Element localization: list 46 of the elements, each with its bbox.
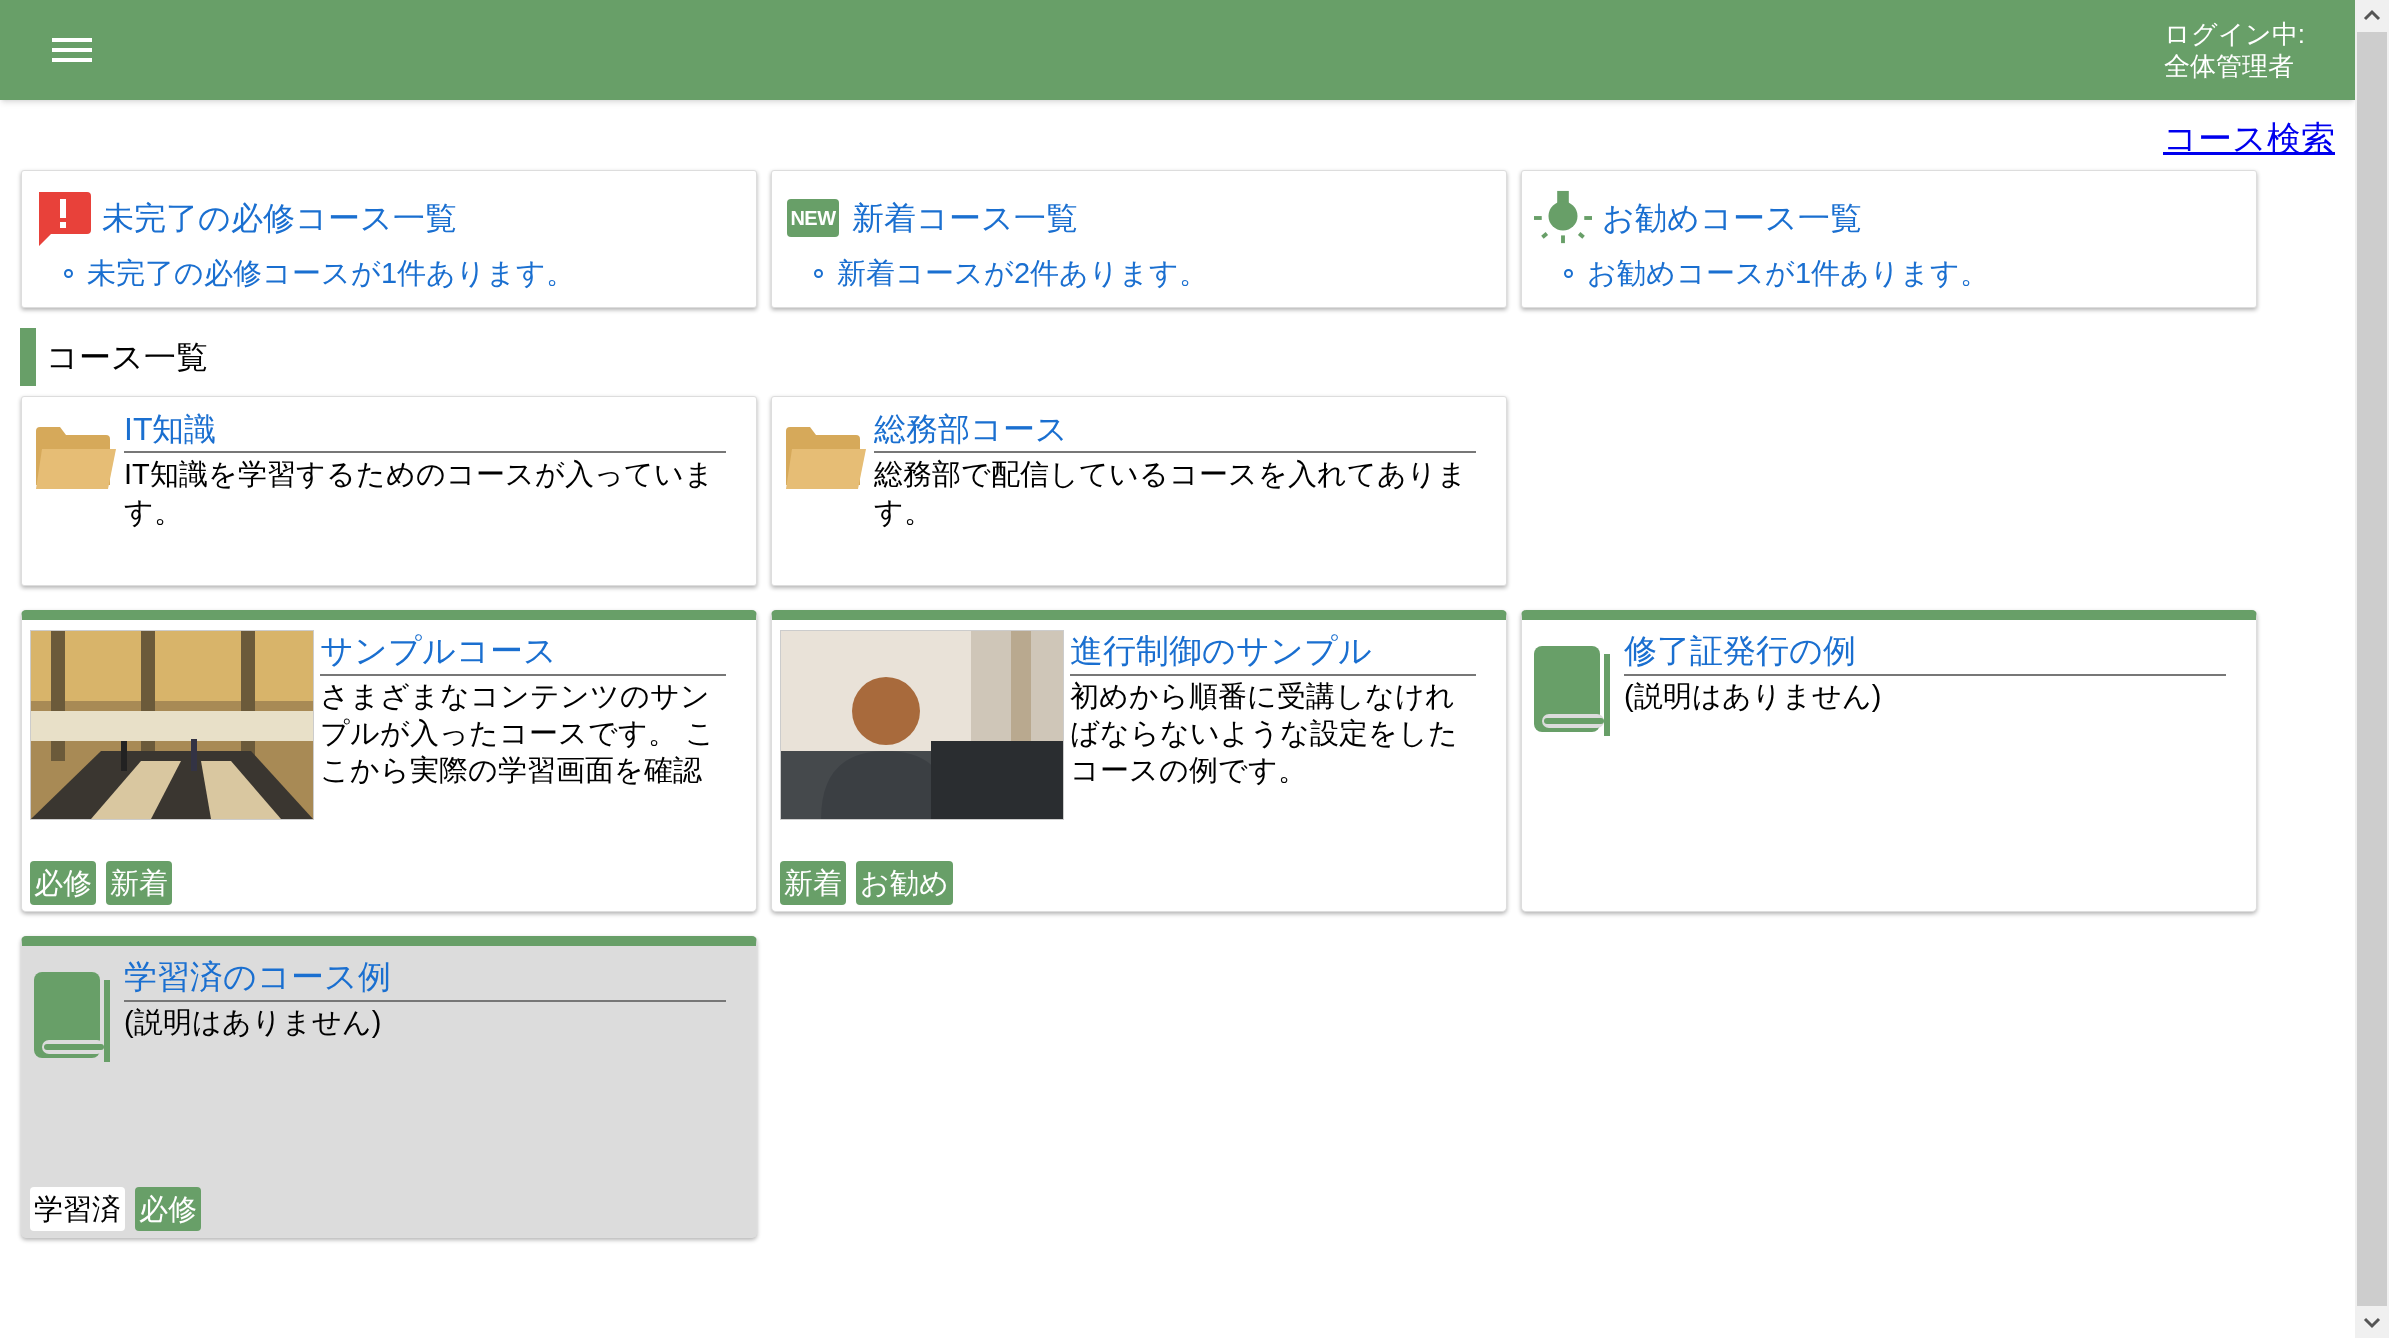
folder-description: 総務部で配信しているコースを入れてあります。 xyxy=(874,457,1468,530)
folder-card[interactable]: IT知識 IT知識を学習するためのコースが入っています。 xyxy=(21,396,757,586)
book-icon xyxy=(1534,646,1612,736)
folder-card[interactable]: 総務部コース 総務部で配信しているコースを入れてあります。 xyxy=(771,396,1507,586)
course-title[interactable]: 学習済のコース例 xyxy=(124,956,726,1002)
bullet-icon xyxy=(1564,268,1573,278)
section-title: コース一覧 xyxy=(46,338,208,377)
login-label: ログイン中: xyxy=(2163,18,2305,50)
new-badge: NEW xyxy=(787,199,839,237)
course-description: 初めから順番に受講しなければならないような設定をしたコースの例です。 xyxy=(1070,679,1459,788)
notice-title[interactable]: お勧めコース一覧 xyxy=(1602,198,1862,238)
course-title[interactable]: 進行制御のサンプル xyxy=(1070,630,1476,676)
bullet-icon xyxy=(814,268,823,278)
notice-link[interactable]: お勧めコースが1件あります。 xyxy=(1587,255,1990,291)
course-tag: 新着 xyxy=(106,861,172,905)
course-tag: 学習済 xyxy=(30,1187,125,1231)
scrollbar[interactable] xyxy=(2355,0,2389,1338)
course-card[interactable]: 修了証発行の例 (説明はありません) xyxy=(1521,610,2257,912)
course-card[interactable]: サンプルコース さまざまなコンテンツのサンプルが入ったコースです。 ここから実際の学習画面を確認 必修 新着 xyxy=(21,610,757,912)
notice-link[interactable]: 新着コースが2件あります。 xyxy=(837,255,1209,291)
course-card[interactable]: 進行制御のサンプル 初めから順番に受講しなければならないような設定をしたコースの例です。 新着 お勧め xyxy=(771,610,1507,912)
course-title[interactable]: サンプルコース xyxy=(320,630,726,676)
book-icon xyxy=(34,972,112,1062)
section-marker xyxy=(20,328,36,386)
notice-title[interactable]: 新着コース一覧 xyxy=(852,198,1078,238)
folder-icon xyxy=(34,425,118,491)
course-description: さまざまなコンテンツのサンプルが入ったコースです。 ここから実際の学習画面を確認 xyxy=(320,679,717,788)
folder-icon xyxy=(784,425,868,491)
course-description: (説明はありません) xyxy=(124,1005,383,1040)
course-tag: 新着 xyxy=(780,861,846,905)
notice-title[interactable]: 未完了の必修コース一覧 xyxy=(102,198,457,238)
notice-link[interactable]: 未完了の必修コースが1件あります。 xyxy=(87,255,576,291)
folder-description: IT知識を学習するためのコースが入っています。 xyxy=(124,457,715,530)
course-description: (説明はありません) xyxy=(1624,679,1883,714)
scrollbar-thumb[interactable] xyxy=(2357,32,2387,1306)
course-tag: お勧め xyxy=(856,861,953,905)
course-title[interactable]: 修了証発行の例 xyxy=(1624,630,2226,676)
bullet-icon xyxy=(64,268,73,278)
course-tag: 必修 xyxy=(30,861,96,905)
folder-title[interactable]: 総務部コース xyxy=(874,409,1476,453)
course-tag: 必修 xyxy=(135,1187,201,1231)
folder-title[interactable]: IT知識 xyxy=(124,409,726,453)
course-card[interactable]: 学習済のコース例 (説明はありません) 学習済 必修 xyxy=(21,936,757,1238)
course-search-link[interactable]: コース検索 xyxy=(2163,116,2335,160)
menu-icon[interactable] xyxy=(52,36,92,64)
user-name: 全体管理者 xyxy=(2163,50,2295,82)
